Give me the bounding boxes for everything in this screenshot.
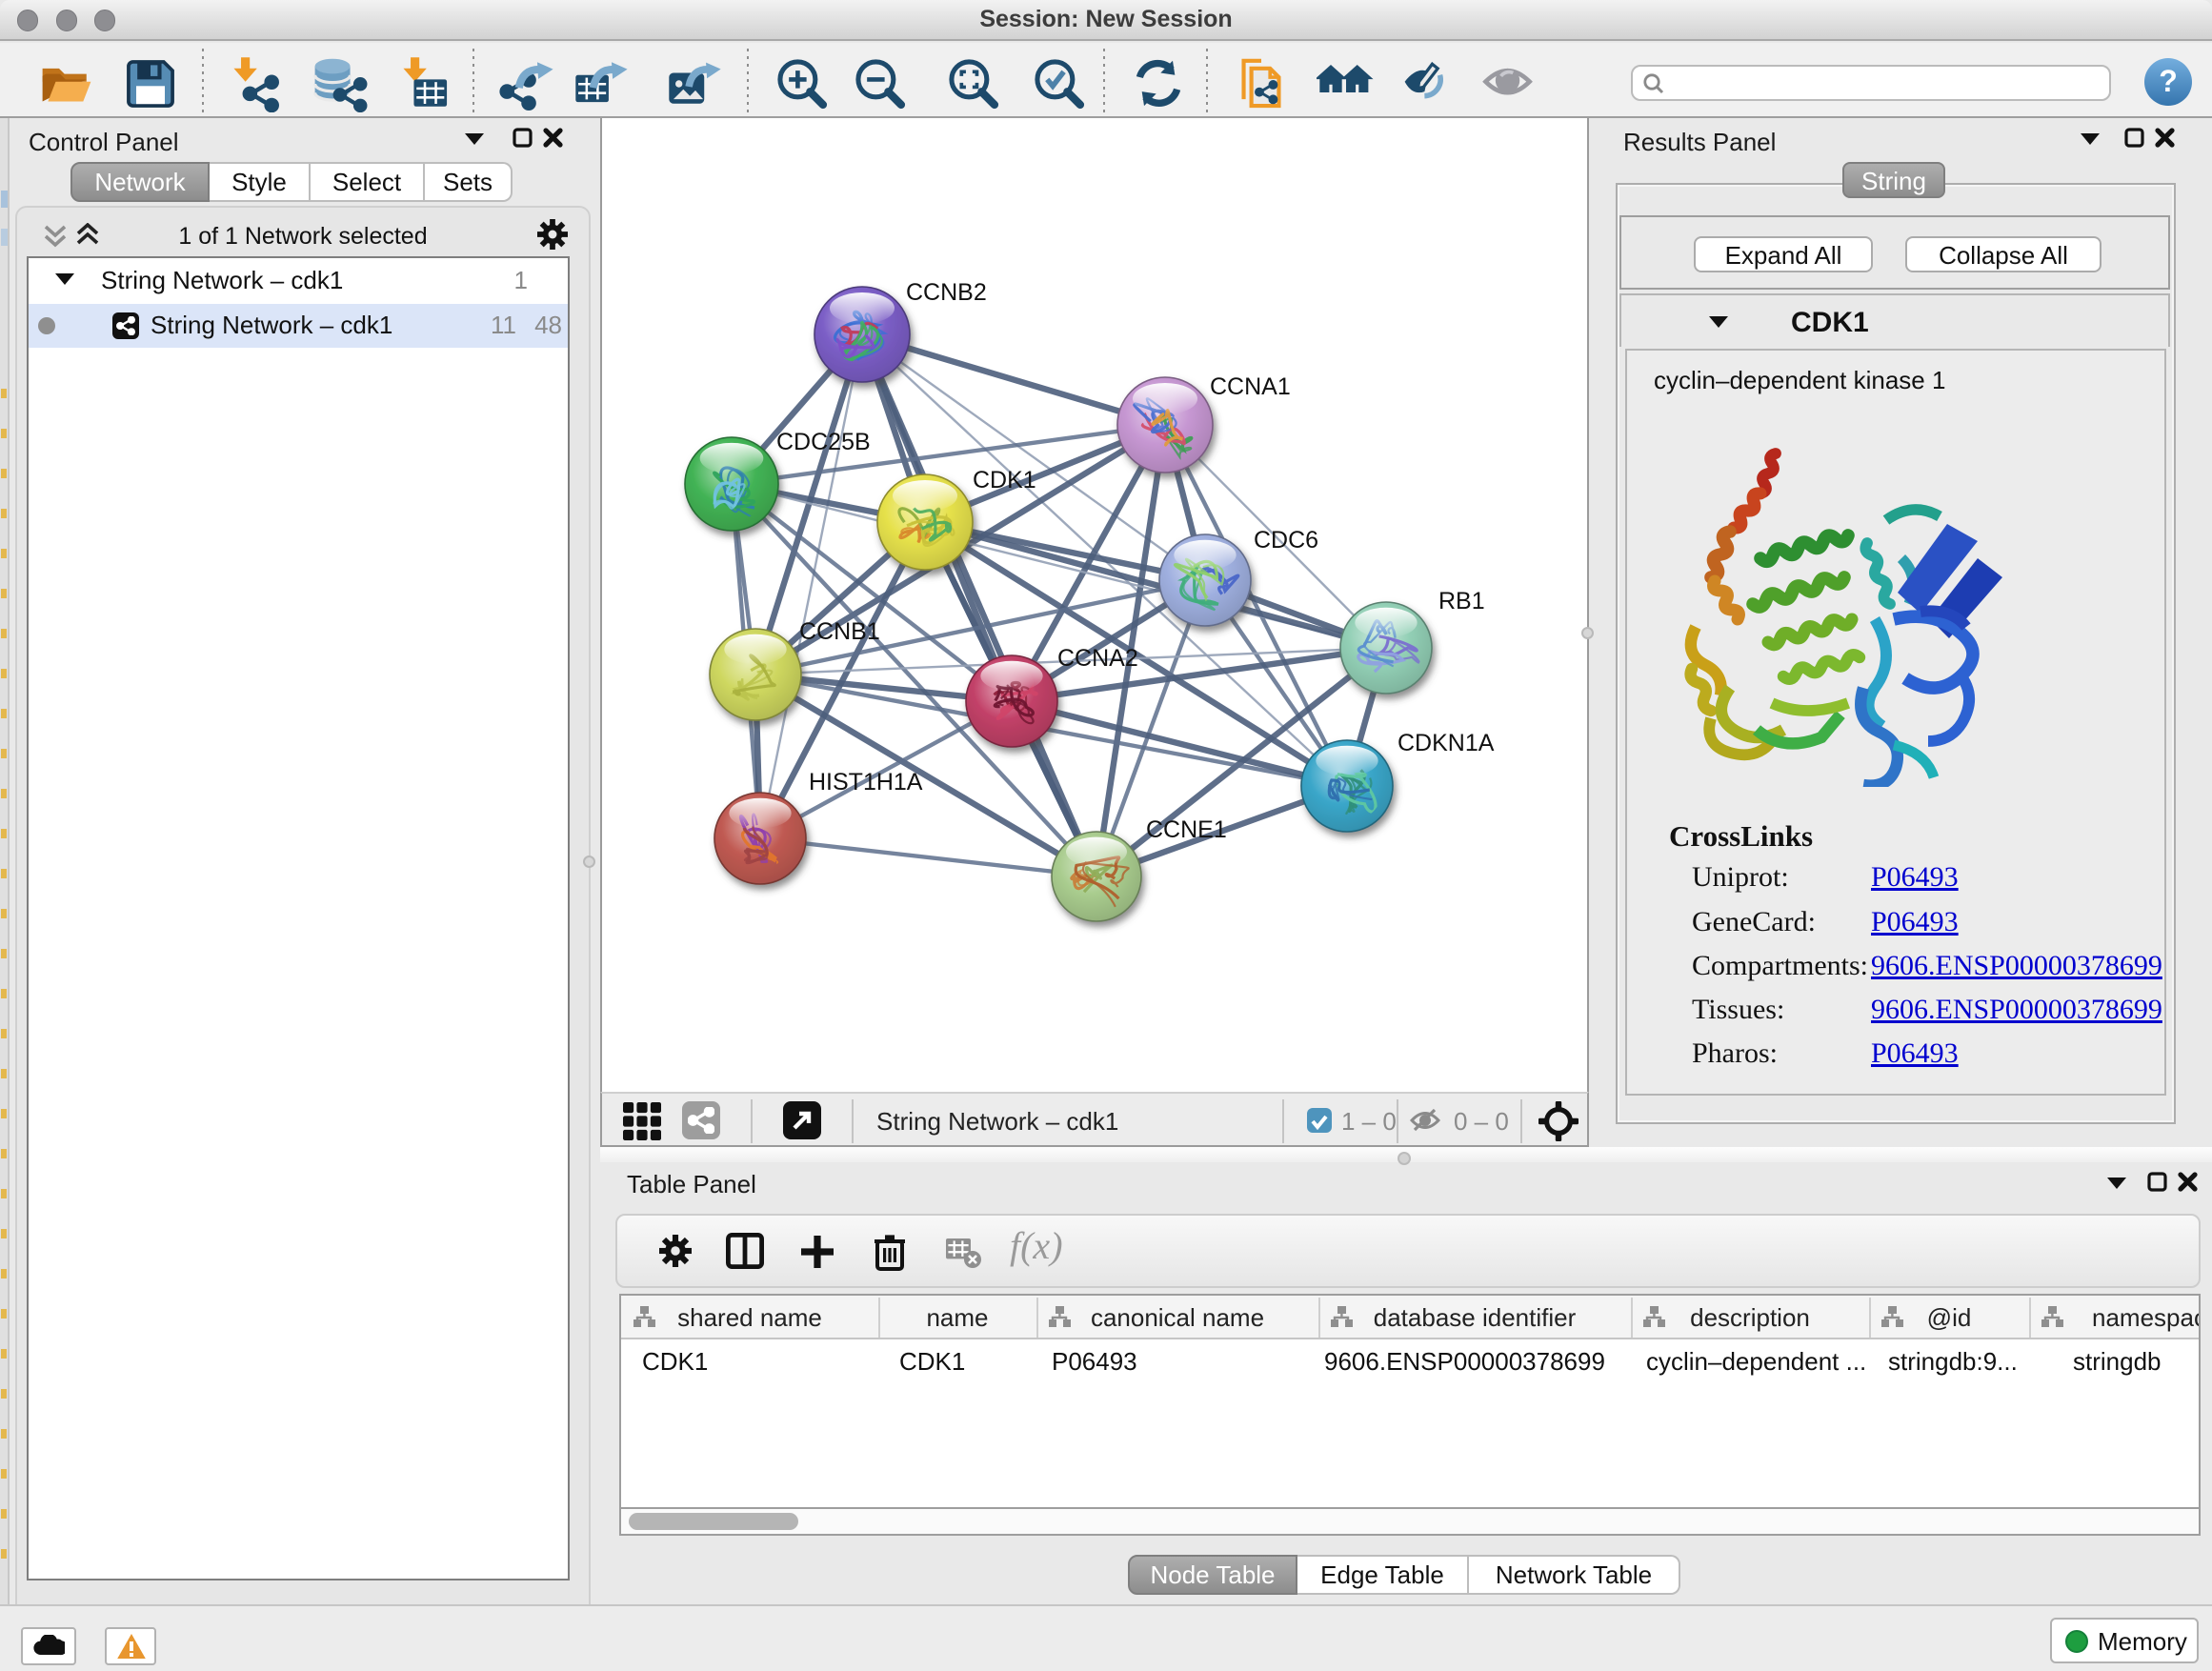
svg-text:CDC25B: CDC25B [776, 429, 871, 455]
svg-text:CDKN1A: CDKN1A [1398, 730, 1495, 756]
svg-text:CCNE1: CCNE1 [1146, 816, 1227, 843]
svg-text:CCNA1: CCNA1 [1210, 373, 1291, 400]
svg-text:CCNB1: CCNB1 [799, 618, 880, 645]
svg-text:CDK1: CDK1 [973, 467, 1036, 493]
svg-text:RB1: RB1 [1438, 588, 1485, 614]
svg-text:CDC6: CDC6 [1254, 527, 1318, 554]
svg-text:HIST1H1A: HIST1H1A [809, 769, 923, 795]
svg-text:CCNB2: CCNB2 [906, 279, 987, 306]
svg-text:CCNA2: CCNA2 [1057, 645, 1138, 672]
